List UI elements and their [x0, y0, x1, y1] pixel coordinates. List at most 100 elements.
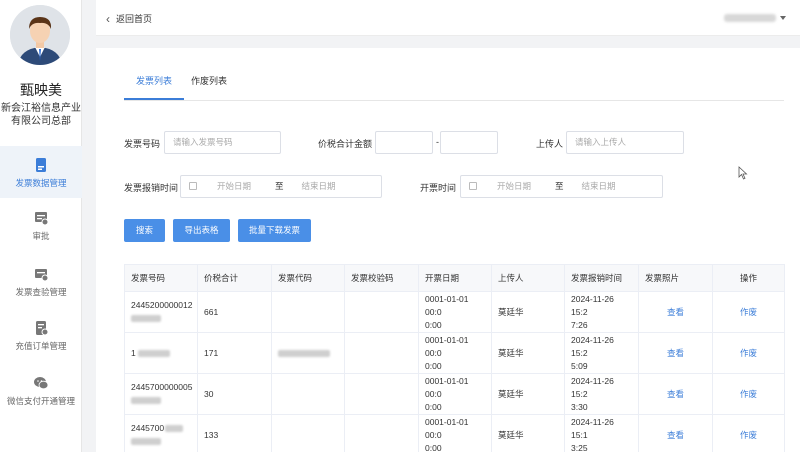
- cell-open-date: 0001-01-01 00:0 0:00: [418, 332, 492, 374]
- invoice-table: 发票号码 价税合计 发票代码 发票校验码 开票日期 上传人 发票报销时间 发票照…: [124, 264, 785, 452]
- cell-check-code: [344, 291, 419, 333]
- amount-min-input[interactable]: [375, 131, 433, 154]
- header-open-date: 开票日期: [418, 264, 492, 292]
- topbar: ‹ 返回首页: [96, 0, 800, 36]
- table-row: 1 171 0001-01-01 00:0 0:00 莫廷华 2024-11-26…: [124, 332, 785, 374]
- main-panel: 发票列表 作废列表 发票号码 请输入发票号码 价税合计金额 - 上传人 请输入上…: [96, 48, 800, 452]
- open-date-line1: 0001-01-01 00:0: [425, 334, 469, 358]
- cell-report-time: 2024-11-26 15:2 5:09: [564, 332, 639, 374]
- avatar: [10, 5, 70, 65]
- invoice-no-text: 2445700000005: [131, 382, 193, 392]
- export-button[interactable]: 导出表格: [173, 219, 230, 242]
- batch-download-button[interactable]: 批量下载发票: [238, 219, 311, 242]
- user-menu[interactable]: [724, 13, 786, 22]
- cell-report-time: 2024-11-26 15:1 3:25: [564, 414, 639, 452]
- cell-check-code: [344, 373, 419, 415]
- report-time-range[interactable]: 开始日期 至 结束日期: [180, 175, 382, 198]
- open-date-line1: 0001-01-01 00:0: [425, 293, 469, 317]
- nav-approval[interactable]: 审批: [0, 210, 82, 250]
- sidebar: 甄映美 新会江裕信息产业有限公司总部 发票数据管理 审批 发票查验管理 充值订单…: [0, 0, 82, 452]
- open-date-line1: 0001-01-01 00:0: [425, 375, 469, 399]
- void-link[interactable]: 作废: [740, 307, 757, 317]
- report-time-line2: 3:30: [571, 401, 588, 412]
- cell-uploader: 莫廷华: [491, 291, 565, 333]
- redacted-text: [131, 438, 161, 446]
- cell-invoice-no: 2445700: [124, 414, 198, 452]
- nav-recharge-order[interactable]: 充值订单管理: [0, 320, 82, 360]
- report-time-label: 发票报销时间: [124, 183, 179, 193]
- open-end-placeholder: 结束日期: [581, 181, 616, 191]
- nav-label: 微信支付开通管理: [6, 396, 75, 406]
- cell-open-date: 0001-01-01 00:0 0:00: [418, 373, 492, 415]
- cell-uploader: 莫廷华: [491, 332, 565, 374]
- cell-total: 661: [197, 291, 272, 333]
- open-start-placeholder: 开始日期: [497, 181, 532, 191]
- redacted-text: [137, 349, 170, 357]
- cell-action: 作废: [712, 291, 785, 333]
- invoice-no-label: 发票号码: [124, 139, 161, 149]
- cell-invoice-code: [271, 414, 345, 452]
- back-home-link[interactable]: ‹ 返回首页: [106, 12, 152, 26]
- cell-invoice-no: 2445700000005: [124, 373, 198, 415]
- redacted-text: [278, 349, 330, 357]
- cell-photo: 查看: [638, 373, 713, 415]
- cell-photo: 查看: [638, 332, 713, 374]
- nav-invoice-check[interactable]: 发票查验管理: [0, 266, 82, 306]
- uploader-label: 上传人: [536, 139, 564, 149]
- cell-action: 作废: [712, 414, 785, 452]
- report-time-line2: 5:09: [571, 360, 588, 371]
- view-photo-link[interactable]: 查看: [667, 430, 684, 440]
- table-header-row: 发票号码 价税合计 发票代码 发票校验码 开票日期 上传人 发票报销时间 发票照…: [124, 264, 785, 292]
- cell-action: 作废: [712, 373, 785, 415]
- void-link[interactable]: 作废: [740, 348, 757, 358]
- cell-invoice-code: [271, 332, 345, 374]
- range-to: 至: [555, 181, 564, 191]
- header-uploader: 上传人: [491, 264, 565, 292]
- invoice-no-text: 1: [131, 347, 136, 358]
- header-total: 价税合计: [197, 264, 272, 292]
- tab-divider: [124, 100, 784, 101]
- header-action: 操作: [712, 264, 785, 292]
- document-icon: [36, 158, 46, 172]
- cell-photo: 查看: [638, 291, 713, 333]
- nav-invoice-data[interactable]: 发票数据管理: [0, 146, 82, 198]
- cell-uploader: 莫廷华: [491, 414, 565, 452]
- cell-invoice-code: [271, 373, 345, 415]
- open-time-range[interactable]: 开始日期 至 结束日期: [460, 175, 663, 198]
- uploader-input[interactable]: 请输入上传人: [566, 131, 684, 154]
- table-row: 2445700 133 0001-01-01 00:0 0:00 莫廷华 2024…: [124, 414, 785, 452]
- void-link[interactable]: 作废: [740, 389, 757, 399]
- redacted-username: [724, 13, 776, 22]
- tab-void-list[interactable]: 作废列表: [191, 74, 227, 100]
- void-link[interactable]: 作废: [740, 430, 757, 440]
- nav-label: 发票数据管理: [15, 178, 67, 188]
- report-end-placeholder: 结束日期: [301, 181, 336, 191]
- open-date-line1: 0001-01-01 00:0: [425, 416, 469, 440]
- back-home-label: 返回首页: [116, 14, 153, 24]
- user-name: 甄映美: [20, 82, 62, 98]
- amount-separator: -: [436, 137, 439, 147]
- search-button[interactable]: 搜索: [124, 219, 165, 242]
- amount-max-input[interactable]: [440, 131, 498, 154]
- invoice-no-input[interactable]: 请输入发票号码: [164, 131, 281, 154]
- view-photo-link[interactable]: 查看: [667, 389, 684, 399]
- view-photo-link[interactable]: 查看: [667, 307, 684, 317]
- tab-invoice-list[interactable]: 发票列表: [123, 74, 185, 100]
- redacted-text: [131, 315, 161, 323]
- nav-label: 充值订单管理: [15, 341, 67, 351]
- chevron-left-icon: ‹: [106, 12, 110, 26]
- report-time-line1: 2024-11-26 15:2: [571, 293, 614, 317]
- view-photo-link[interactable]: 查看: [667, 348, 684, 358]
- nav-wechat-pay[interactable]: 微信支付开通管理: [0, 375, 82, 425]
- report-start-placeholder: 开始日期: [217, 181, 252, 191]
- report-time-line2: 7:26: [571, 319, 588, 330]
- report-time-line1: 2024-11-26 15:2: [571, 334, 614, 358]
- report-time-line1: 2024-11-26 15:2: [571, 375, 614, 399]
- recharge-order-icon: [36, 321, 49, 336]
- cell-report-time: 2024-11-26 15:2 3:30: [564, 373, 639, 415]
- header-invoice-code: 发票代码: [271, 264, 345, 292]
- range-to: 至: [275, 181, 284, 191]
- nav-label: 发票查验管理: [15, 287, 67, 297]
- cell-total: 133: [197, 414, 272, 452]
- redacted-text: [165, 425, 184, 433]
